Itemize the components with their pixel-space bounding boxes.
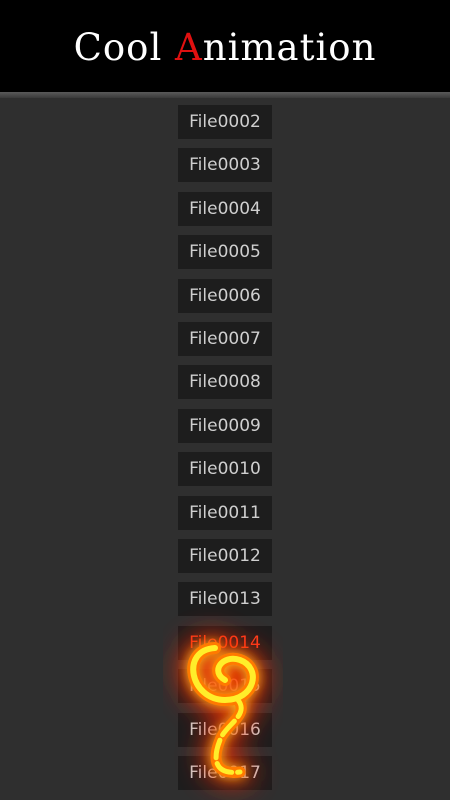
file-item[interactable]: File0008 bbox=[178, 365, 272, 399]
file-item[interactable]: File0009 bbox=[178, 409, 272, 443]
file-item[interactable]: File0016 bbox=[178, 713, 272, 747]
file-item[interactable]: File0004 bbox=[178, 192, 272, 226]
file-item[interactable]: File0010 bbox=[178, 452, 272, 486]
title-accent-letter: A bbox=[175, 26, 203, 69]
file-item[interactable]: File0005 bbox=[178, 235, 272, 269]
app-title: Cool Animation bbox=[0, 24, 450, 72]
file-item[interactable]: File0007 bbox=[178, 322, 272, 356]
title-prefix: Cool bbox=[73, 26, 176, 69]
file-item[interactable]: File0011 bbox=[178, 496, 272, 530]
file-item[interactable]: File0003 bbox=[178, 148, 272, 182]
file-item[interactable]: File0014 bbox=[178, 626, 272, 660]
file-item[interactable]: File0015 bbox=[178, 669, 272, 703]
title-bar: Cool Animation bbox=[0, 0, 450, 92]
file-item[interactable]: File0017 bbox=[178, 756, 272, 790]
app-screen: Cool Animation File0002 File0003 File0004 F… bbox=[0, 0, 450, 800]
file-list[interactable]: File0002 File0003 File0004 File0005 File0006… bbox=[0, 98, 450, 800]
file-item[interactable]: File0013 bbox=[178, 582, 272, 616]
file-item[interactable]: File0006 bbox=[178, 279, 272, 313]
file-item[interactable]: File0002 bbox=[178, 105, 272, 139]
file-item[interactable]: File0012 bbox=[178, 539, 272, 573]
title-suffix: nimation bbox=[202, 26, 377, 69]
